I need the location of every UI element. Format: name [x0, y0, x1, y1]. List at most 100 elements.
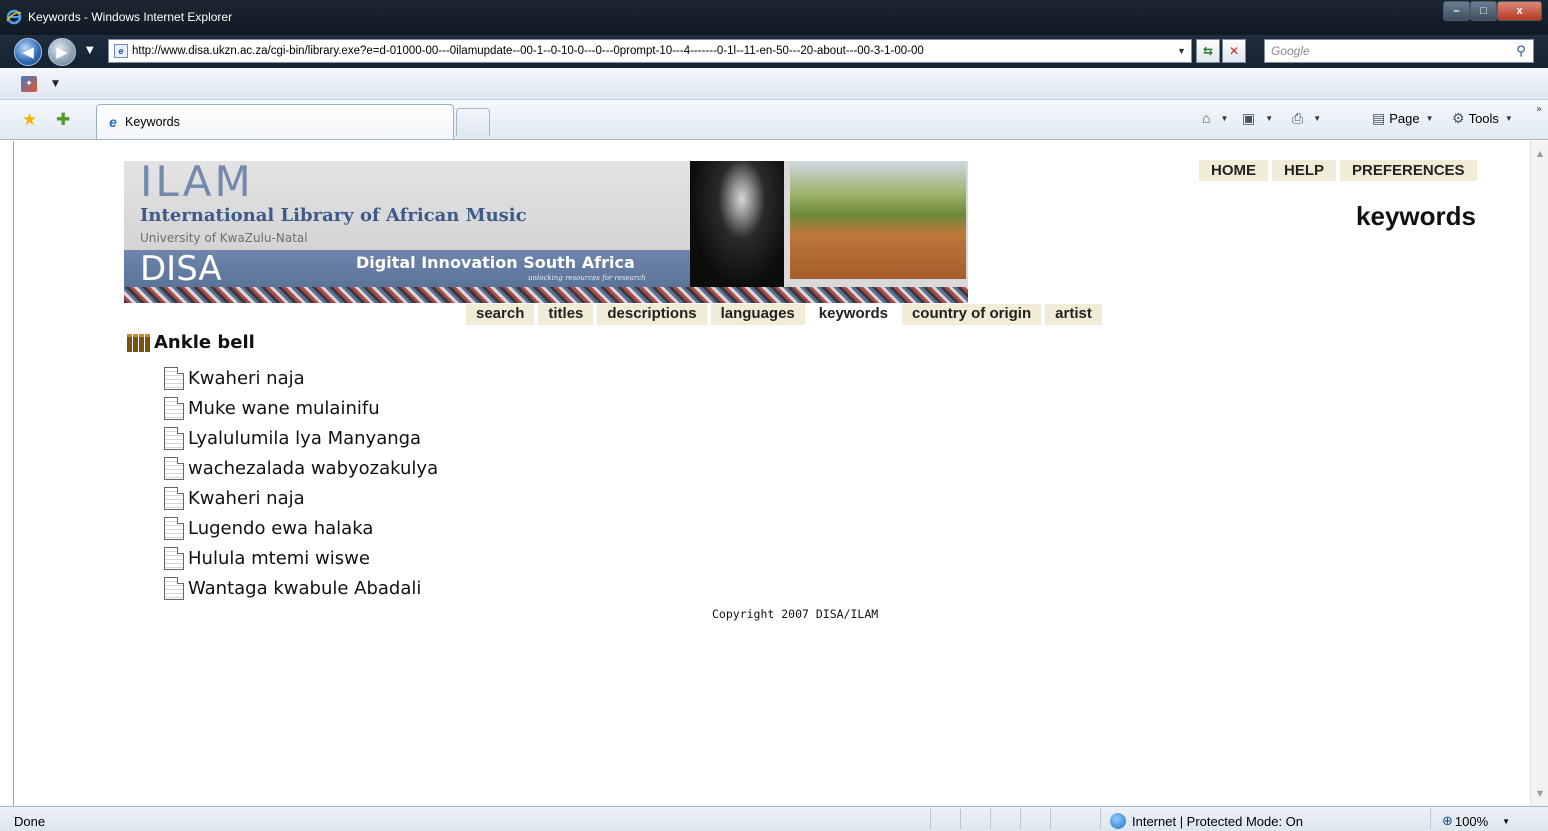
ilam-banner: ILAM International Library of African Mu…: [124, 161, 968, 303]
list-item[interactable]: Kwaheri naja: [164, 363, 438, 393]
search-box[interactable]: Google ⚲: [1264, 39, 1534, 63]
forward-button[interactable]: ▶: [48, 38, 76, 66]
list-item-label[interactable]: wachezalada wabyozakulya: [188, 458, 438, 479]
list-item[interactable]: wachezalada wabyozakulya: [164, 453, 438, 483]
tab-keywords[interactable]: e Keywords: [96, 104, 454, 139]
refresh-button[interactable]: ⇆: [1196, 39, 1220, 63]
ie-tab-icon: e: [109, 114, 117, 130]
page-menu-button[interactable]: ▤ Page ▼: [1372, 110, 1434, 127]
print-dropdown-icon[interactable]: ▼: [1313, 114, 1321, 123]
list-item[interactable]: Wantaga kwabule Abadali: [164, 573, 438, 603]
list-item[interactable]: Lyalulumila lya Manyanga: [164, 423, 438, 453]
home-button[interactable]: ⌂ ▼: [1202, 110, 1228, 126]
minimize-button[interactable]: –: [1443, 1, 1470, 21]
list-item[interactable]: Muke wane mulainifu: [164, 393, 438, 423]
document-icon: [164, 396, 184, 420]
zone-label: Internet | Protected Mode: On: [1132, 813, 1304, 829]
search-icon[interactable]: ⚲: [1509, 44, 1533, 59]
list-item[interactable]: Kwaheri naja: [164, 483, 438, 513]
toolbar-dropdown-icon[interactable]: ▼: [52, 79, 59, 89]
tab-country-of-origin[interactable]: country of origin: [901, 304, 1042, 325]
zoom-control[interactable]: ⊕ 100% ▼: [1442, 813, 1510, 829]
back-button[interactable]: ◀: [14, 38, 42, 66]
print-icon: ⎙: [1292, 110, 1304, 126]
tab-languages[interactable]: languages: [710, 304, 805, 325]
nav-help-link[interactable]: HELP: [1272, 160, 1337, 181]
copyright: Copyright 2007 DISA/ILAM: [712, 607, 879, 621]
back-arrow-icon: ◀: [22, 43, 34, 61]
banner-pattern: [124, 287, 968, 303]
tab-descriptions[interactable]: descriptions: [597, 304, 707, 325]
list-item[interactable]: Lugendo ewa halaka: [164, 513, 438, 543]
document-icon: [164, 426, 184, 450]
banner-ilam: ILAM: [140, 161, 254, 206]
document-icon: [164, 546, 184, 570]
section-heading-label: Ankle bell: [154, 332, 255, 353]
zoom-dropdown-icon[interactable]: ▼: [1502, 817, 1510, 826]
add-favorites-icon[interactable]: ✚: [56, 110, 70, 130]
security-zone[interactable]: Internet | Protected Mode: On: [1110, 813, 1303, 829]
banner-dancers-image: [790, 161, 966, 279]
list-item-label[interactable]: Lugendo ewa halaka: [188, 518, 373, 539]
page-icon: e: [114, 44, 128, 58]
ie-logo-icon: [6, 9, 22, 25]
document-icon: [164, 486, 184, 510]
vertical-scrollbar[interactable]: ▲ ▼: [1530, 141, 1548, 806]
favorites-star-icon[interactable]: ★: [22, 110, 37, 130]
document-list: Kwaheri naja Muke wane mulainifu Lyalulu…: [164, 363, 438, 603]
document-icon: [164, 366, 184, 390]
home-icon: ⌂: [1202, 110, 1211, 126]
close-button[interactable]: x: [1497, 1, 1542, 21]
tab-titles[interactable]: titles: [538, 304, 594, 325]
bookshelf-icon: [127, 333, 150, 352]
nav-preferences-link[interactable]: PREFERENCES: [1340, 160, 1477, 181]
list-item-label[interactable]: Wantaga kwabule Abadali: [188, 578, 421, 599]
tab-search[interactable]: search: [466, 304, 535, 325]
page-title: keywords: [1356, 201, 1476, 231]
status-divider: [930, 809, 931, 829]
search-input[interactable]: Google: [1265, 44, 1509, 58]
toolbar: ✦ ▼: [0, 68, 1548, 100]
browser-window: Keywords - Windows Internet Explorer – □…: [0, 0, 1548, 831]
scroll-up-arrow-icon[interactable]: ▲: [1531, 149, 1548, 158]
banner-unlocking: unlocking resources for research: [528, 274, 646, 282]
print-button[interactable]: ⎙ ▼: [1292, 110, 1321, 127]
window-controls: – □ x: [1443, 1, 1542, 21]
page-menu-icon: ▤: [1372, 110, 1386, 126]
home-dropdown-icon[interactable]: ▼: [1220, 114, 1228, 123]
section-heading[interactable]: Ankle bell: [127, 332, 255, 353]
banner-dis: Digital Innovation South Africa: [356, 253, 635, 272]
url-text[interactable]: http://www.disa.ukzn.ac.za/cgi-bin/libra…: [132, 45, 1177, 57]
nav-home-link[interactable]: HOME: [1199, 160, 1268, 181]
banner-portrait-image: [690, 161, 784, 287]
feeds-button[interactable]: ▣ ▼: [1242, 110, 1273, 127]
maximize-button[interactable]: □: [1470, 1, 1497, 21]
feeds-dropdown-icon[interactable]: ▼: [1265, 114, 1273, 123]
address-field[interactable]: e http://www.disa.ukzn.ac.za/cgi-bin/lib…: [108, 39, 1192, 63]
history-dropdown-icon[interactable]: ▼: [86, 45, 94, 56]
list-item-label[interactable]: Hulula mtemi wiswe: [188, 548, 370, 569]
tools-menu-button[interactable]: ⚙ Tools ▼: [1452, 110, 1513, 127]
page-viewport: ILAM International Library of African Mu…: [13, 141, 1528, 806]
list-item-label[interactable]: Kwaheri naja: [188, 488, 305, 509]
document-icon: [164, 576, 184, 600]
tab-artist[interactable]: artist: [1045, 304, 1102, 325]
globe-icon: [1110, 813, 1126, 829]
url-dropdown-icon[interactable]: ▼: [1177, 46, 1191, 56]
stop-button[interactable]: ✕: [1222, 39, 1246, 63]
list-item[interactable]: Hulula mtemi wiswe: [164, 543, 438, 573]
list-item-label[interactable]: Muke wane mulainifu: [188, 398, 380, 419]
top-nav: HOME HELP PREFERENCES: [1199, 160, 1481, 181]
list-item-label[interactable]: Lyalulumila lya Manyanga: [188, 428, 421, 449]
translate-icon[interactable]: ✦: [21, 76, 37, 92]
scroll-down-arrow-icon[interactable]: ▼: [1531, 789, 1548, 798]
new-tab-button[interactable]: [456, 108, 490, 136]
list-item-label[interactable]: Kwaheri naja: [188, 368, 305, 389]
stop-icon: ✕: [1228, 44, 1240, 58]
zoom-icon: ⊕: [1442, 813, 1453, 828]
title-bar: Keywords - Windows Internet Explorer – □…: [0, 0, 1548, 35]
chevron-more-icon[interactable]: »: [1536, 104, 1542, 115]
gear-icon: ⚙: [1452, 110, 1465, 126]
status-divider: [1020, 809, 1021, 829]
status-divider: [1050, 809, 1051, 829]
